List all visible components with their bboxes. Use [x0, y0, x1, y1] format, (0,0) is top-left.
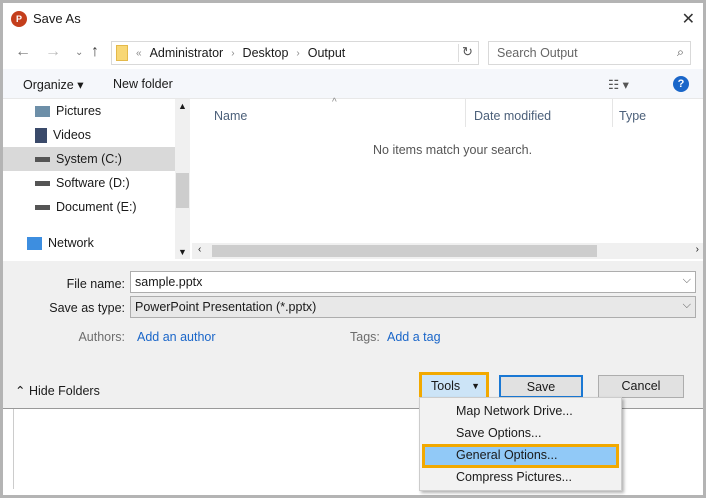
- save-button[interactable]: Save: [499, 375, 583, 398]
- chevron-up-icon: ⌃: [15, 384, 29, 398]
- sidebar-item-label: Network: [48, 236, 94, 250]
- save-type-select[interactable]: PowerPoint Presentation (*.pptx) ⌵: [130, 296, 696, 318]
- videos-icon: [35, 127, 47, 143]
- sidebar-item-system-c[interactable]: System (C:): [3, 147, 175, 171]
- hide-folders-button[interactable]: ⌃ Hide Folders: [15, 383, 100, 398]
- sidebar-item-label: Document (E:): [56, 200, 137, 214]
- forward-arrow-icon[interactable]: →: [45, 43, 61, 61]
- save-form-panel: File name: sample.pptx ⌵ Save as type: Po…: [3, 261, 703, 409]
- breadcrumb-output[interactable]: Output: [308, 46, 346, 60]
- authors-label: Authors:: [78, 330, 125, 344]
- column-date-modified[interactable]: Date modified: [474, 109, 551, 123]
- save-as-dialog: P Save As ✕ ← → ⌄ ↑ « Administrator › Des…: [3, 3, 703, 495]
- cancel-button[interactable]: Cancel: [598, 375, 684, 398]
- hide-folders-label: Hide Folders: [28, 384, 100, 398]
- drive-icon: [35, 204, 50, 210]
- new-folder-button[interactable]: New folder: [113, 77, 173, 91]
- menu-item-general-options[interactable]: General Options...: [422, 444, 619, 468]
- title-bar: P Save As ✕: [3, 3, 703, 35]
- horizontal-scroll-thumb[interactable]: [212, 245, 597, 257]
- search-placeholder: Search Output: [497, 46, 578, 60]
- file-name-value: sample.pptx: [135, 275, 203, 289]
- pictures-icon: [35, 105, 50, 117]
- sidebar-item-document-e[interactable]: Document (E:): [3, 195, 175, 219]
- sidebar-scroll-thumb[interactable]: [176, 173, 189, 208]
- file-list: ^ Name Date modified Type No items match…: [192, 97, 703, 259]
- overflow-icon[interactable]: «: [136, 48, 142, 59]
- recent-chevron-icon[interactable]: ⌄: [75, 47, 83, 58]
- drive-icon: [35, 180, 50, 186]
- drive-icon: [35, 156, 50, 162]
- network-icon: [27, 236, 42, 250]
- column-name[interactable]: Name: [214, 109, 247, 123]
- save-type-value: PowerPoint Presentation (*.pptx): [135, 300, 317, 314]
- column-type[interactable]: Type: [619, 109, 646, 123]
- breadcrumb-desktop[interactable]: Desktop: [243, 46, 289, 60]
- sidebar-item-label: System (C:): [56, 152, 122, 166]
- sidebar-item-software-d[interactable]: Software (D:): [3, 171, 175, 195]
- file-name-input[interactable]: sample.pptx ⌵: [130, 271, 696, 293]
- refresh-icon[interactable]: ↻: [458, 44, 476, 62]
- sidebar-item-label: Videos: [53, 128, 91, 142]
- tools-menu: Map Network Drive... Save Options... Gen…: [419, 397, 622, 491]
- chevron-down-icon: ⌵: [682, 299, 691, 311]
- navigation-bar: ← → ⌄ ↑ « Administrator › Desktop › Output…: [3, 41, 703, 65]
- sidebar-item-label: Pictures: [56, 104, 102, 118]
- view-options-icon[interactable]: ☷ ▾: [608, 77, 629, 92]
- tools-label: Tools: [431, 379, 461, 393]
- save-type-label: Save as type:: [49, 301, 125, 315]
- search-icon: ⌕: [676, 45, 684, 59]
- menu-item-map-network-drive[interactable]: Map Network Drive...: [422, 401, 619, 423]
- menu-item-save-options[interactable]: Save Options...: [422, 423, 619, 445]
- horizontal-scrollbar[interactable]: ‹ ›: [192, 243, 703, 259]
- add-tag-link[interactable]: Add a tag: [387, 330, 441, 344]
- sidebar-item-label: Software (D:): [56, 176, 130, 190]
- sidebar-item-network[interactable]: Network: [3, 231, 175, 255]
- sidebar-item-pictures[interactable]: Pictures: [3, 99, 175, 123]
- chevron-down-icon[interactable]: ⌵: [683, 274, 691, 287]
- toolbar: Organize ▾ New folder ☷ ▾ ?: [3, 69, 703, 99]
- dialog-title: Save As: [33, 11, 81, 26]
- organize-button[interactable]: Organize ▾: [23, 77, 83, 92]
- help-icon[interactable]: ?: [673, 76, 689, 92]
- close-button[interactable]: ✕: [682, 9, 695, 29]
- sort-ascending-icon: ^: [332, 97, 337, 108]
- breadcrumb-administrator[interactable]: Administrator: [150, 46, 224, 60]
- powerpoint-icon: P: [11, 11, 27, 27]
- tags-label: Tags:: [350, 330, 380, 344]
- folder-icon: [116, 45, 128, 61]
- file-name-label: File name:: [66, 277, 125, 291]
- navigation-pane: Pictures Videos System (C:) Software (D:…: [3, 99, 190, 259]
- sidebar-item-videos[interactable]: Videos: [3, 123, 175, 147]
- up-arrow-icon[interactable]: ↑: [91, 43, 99, 61]
- search-input[interactable]: Search Output ⌕: [488, 41, 691, 65]
- back-arrow-icon[interactable]: ←: [15, 43, 31, 61]
- empty-message: No items match your search.: [373, 143, 533, 157]
- caret-down-icon: ▼: [471, 381, 480, 391]
- menu-item-compress-pictures[interactable]: Compress Pictures...: [422, 467, 619, 489]
- address-bar[interactable]: « Administrator › Desktop › Output ↻: [111, 41, 479, 65]
- add-author-link[interactable]: Add an author: [137, 330, 216, 344]
